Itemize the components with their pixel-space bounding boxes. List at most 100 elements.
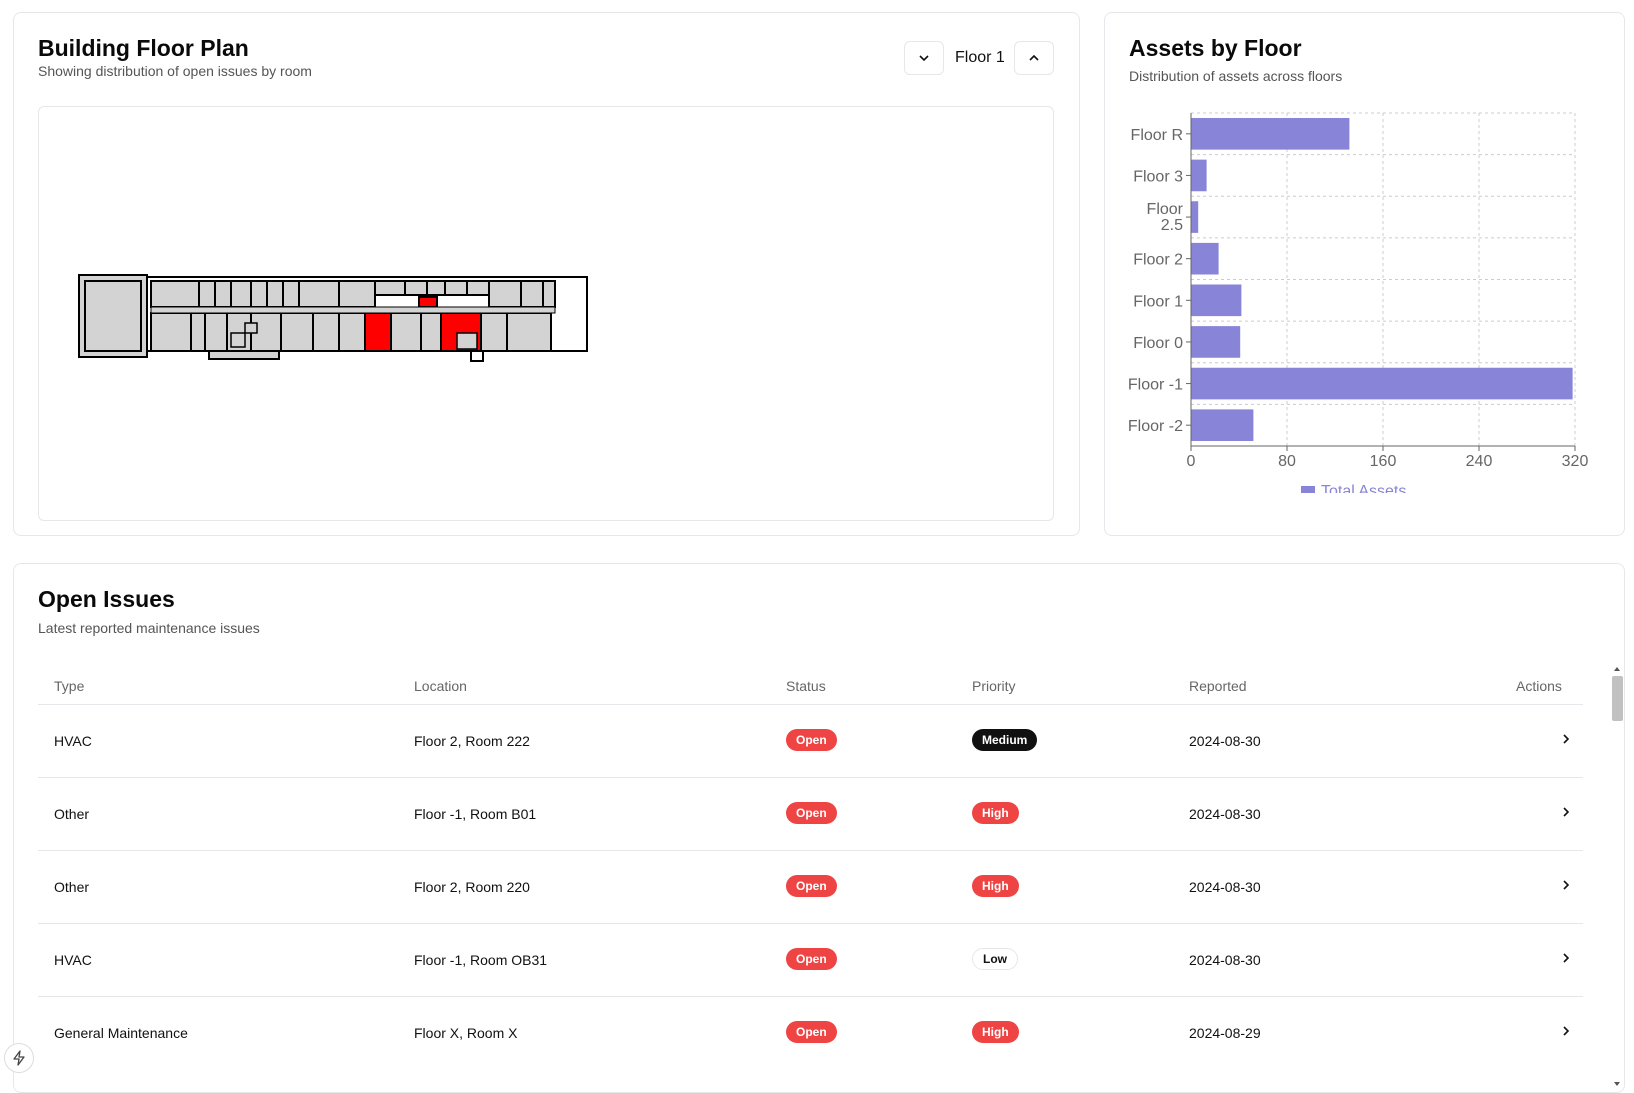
room[interactable]	[214, 280, 232, 308]
table-row[interactable]: Other Floor -1, Room B01 Open High 2024-08-3…	[38, 777, 1583, 851]
room[interactable]	[466, 280, 490, 296]
open-issues-card: Open Issues Latest reported maintenance …	[13, 563, 1625, 1093]
y-tick-label: Floor -2	[1128, 418, 1183, 435]
room[interactable]	[488, 280, 522, 308]
issue-reported-date: 2024-08-29	[1189, 1025, 1261, 1041]
legend-swatch	[1301, 486, 1315, 493]
room[interactable]	[282, 280, 300, 308]
dev-tools-button[interactable]	[4, 1043, 34, 1073]
scrollbar-thumb[interactable]	[1612, 676, 1623, 721]
bar	[1191, 242, 1219, 275]
table-row[interactable]: HVAC Floor 2, Room 222 Open Medium 2024-08-3…	[38, 704, 1583, 778]
room[interactable]	[374, 280, 406, 296]
x-tick-label: 320	[1562, 453, 1589, 470]
room[interactable]	[420, 312, 442, 352]
floor-plan-card: Building Floor Plan Showing distribution…	[13, 12, 1080, 536]
floor-plan-drawing	[78, 274, 588, 362]
priority-badge: High	[972, 802, 1019, 824]
bar	[1191, 201, 1199, 233]
selected-floor-label: Floor 1	[955, 49, 1005, 66]
room[interactable]	[84, 280, 142, 352]
issue-location: Floor -1, Room OB31	[414, 952, 548, 968]
floor-plan-canvas	[38, 106, 1054, 521]
room[interactable]	[150, 280, 200, 308]
room[interactable]	[312, 312, 340, 352]
issues-title: Open Issues	[38, 586, 175, 612]
x-tick-label: 240	[1466, 453, 1493, 470]
issue-location: Floor -1, Room B01	[414, 806, 537, 822]
legend-label: Total Assets	[1321, 483, 1406, 493]
floor-plan-subtitle: Showing distribution of open issues by r…	[38, 63, 312, 79]
status-badge: Open	[786, 802, 837, 824]
room[interactable]	[198, 280, 216, 308]
scroll-up-arrow-icon[interactable]	[1610, 664, 1624, 674]
chevron-right-icon[interactable]	[1558, 731, 1574, 747]
bar	[1191, 117, 1350, 150]
assets-by-floor-card: Assets by Floor Distribution of assets a…	[1104, 12, 1625, 536]
issue-type: General Maintenance	[54, 1025, 188, 1041]
room[interactable]	[338, 312, 366, 352]
status-badge: Open	[786, 875, 837, 897]
chevron-up-icon	[1029, 54, 1039, 61]
issue-reported-date: 2024-08-30	[1189, 806, 1261, 822]
x-tick-label: 0	[1187, 453, 1196, 470]
room[interactable]	[204, 312, 228, 352]
room[interactable]	[426, 280, 446, 296]
room[interactable]	[480, 312, 508, 352]
previous-floor-button[interactable]	[904, 41, 944, 75]
table-row[interactable]: General Maintenance Floor X, Room X Open Hi…	[38, 996, 1583, 1070]
scroll-down-arrow-icon[interactable]	[1610, 1079, 1624, 1089]
chevron-right-icon[interactable]	[1558, 804, 1574, 820]
chevron-right-icon[interactable]	[1558, 877, 1574, 893]
x-tick-label: 80	[1278, 453, 1296, 470]
room[interactable]	[542, 280, 556, 308]
column-header-actions: Actions	[1516, 678, 1562, 694]
issue-type: HVAC	[54, 952, 92, 968]
status-badge: Open	[786, 1021, 837, 1043]
issue-location: Floor 2, Room 222	[414, 733, 530, 749]
room[interactable]	[506, 312, 552, 352]
room[interactable]	[150, 312, 192, 352]
issue-type: HVAC	[54, 733, 92, 749]
room[interactable]	[444, 280, 468, 296]
chevron-down-icon	[919, 55, 929, 62]
column-header-location: Location	[414, 678, 467, 694]
issue-reported-date: 2024-08-30	[1189, 879, 1261, 895]
x-tick-label: 160	[1370, 453, 1397, 470]
table-row[interactable]: HVAC Floor -1, Room OB31 Open Low 2024-08-30	[38, 923, 1583, 997]
chevron-right-icon[interactable]	[1558, 1023, 1574, 1039]
issues-subtitle: Latest reported maintenance issues	[38, 620, 260, 636]
room[interactable]	[230, 280, 252, 308]
column-header-reported: Reported	[1189, 678, 1247, 694]
room[interactable]	[404, 280, 428, 296]
room[interactable]	[280, 312, 314, 352]
room-highlighted[interactable]	[364, 312, 392, 352]
y-tick-label: Floor 3	[1133, 168, 1183, 185]
y-tick-label: Floor 2	[1133, 252, 1183, 269]
room[interactable]	[520, 280, 544, 308]
y-tick-label: Floor 2.5	[1147, 201, 1184, 234]
bar	[1191, 409, 1254, 442]
room-highlighted[interactable]	[418, 296, 438, 308]
chevron-right-icon[interactable]	[1558, 950, 1574, 966]
priority-badge: High	[972, 1021, 1019, 1043]
y-tick-label: Floor 0	[1133, 335, 1183, 352]
status-badge: Open	[786, 948, 837, 970]
room[interactable]	[250, 280, 268, 308]
column-header-type: Type	[54, 678, 85, 694]
bar	[1191, 159, 1207, 192]
room[interactable]	[298, 280, 340, 308]
table-scrollbar[interactable]	[1610, 664, 1624, 1089]
assets-title: Assets by Floor	[1129, 35, 1302, 61]
next-floor-button[interactable]	[1014, 41, 1054, 75]
bolt-icon	[13, 1050, 25, 1066]
bar	[1191, 367, 1573, 400]
y-tick-label: Floor -1	[1128, 377, 1183, 394]
room[interactable]	[266, 280, 284, 308]
room[interactable]	[338, 280, 376, 308]
room[interactable]	[390, 312, 422, 352]
room[interactable]	[208, 350, 280, 360]
table-row[interactable]: Other Floor 2, Room 220 Open High 2024-08-30	[38, 850, 1583, 924]
room[interactable]	[190, 312, 206, 352]
bar	[1191, 284, 1242, 317]
